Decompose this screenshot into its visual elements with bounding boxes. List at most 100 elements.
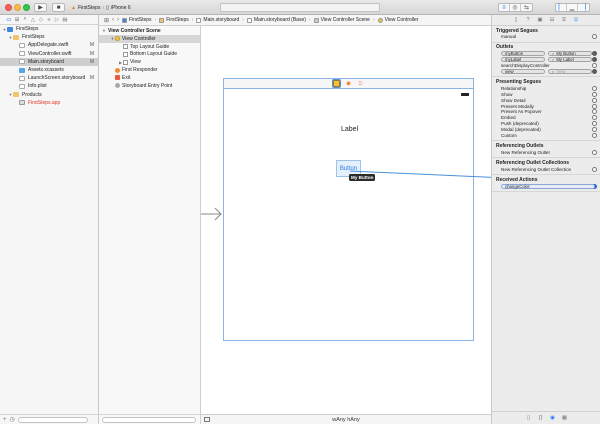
utilities-toggle-icon[interactable]: ▕ bbox=[578, 4, 589, 11]
outlet-target-pill[interactable]: × My Button bbox=[548, 51, 592, 57]
outline-row[interactable]: Storyboard Entry Point bbox=[99, 82, 200, 90]
file-template-icon[interactable]: ▯ bbox=[525, 415, 532, 421]
size-inspector-icon[interactable]: ⌸ bbox=[561, 17, 568, 24]
storyboard-canvas[interactable]: ⬢ ⎋ Label Button My Button bbox=[201, 26, 491, 414]
debug-area-toggle-icon[interactable]: ▁ bbox=[567, 4, 578, 11]
connection-circle-icon[interactable] bbox=[592, 91, 597, 97]
connection-circle-icon[interactable] bbox=[592, 97, 597, 103]
scene-header[interactable]: ▼ View Controller Scene bbox=[99, 26, 200, 35]
related-items-icon[interactable]: ⊞ bbox=[104, 17, 109, 24]
editor-mode-control[interactable]: ≡ ◎ ⇆ bbox=[498, 3, 533, 12]
file-tree-row[interactable]: ▼ Products bbox=[0, 91, 98, 99]
breadcrumb-label: Main.storyboard (Base) bbox=[253, 17, 306, 23]
connection-circle-icon[interactable] bbox=[592, 85, 597, 91]
test-tab-icon[interactable]: ◇ bbox=[38, 17, 44, 23]
file-tree-row[interactable]: Assets.xcassets bbox=[0, 66, 98, 74]
connection-circle-icon[interactable] bbox=[592, 166, 597, 172]
outline-row[interactable]: Bottom Layout Guide bbox=[99, 51, 200, 59]
outline-row[interactable]: First Responder bbox=[99, 66, 200, 74]
connection-circle-icon[interactable] bbox=[592, 115, 597, 121]
symbol-tab-icon[interactable]: ⊞ bbox=[14, 17, 20, 23]
section-title: Received Actions bbox=[496, 176, 538, 183]
file-tree-row[interactable]: FirstSteps.app bbox=[0, 99, 98, 107]
attributes-inspector-icon[interactable]: ⊟ bbox=[549, 17, 556, 23]
connection-circle-icon[interactable] bbox=[592, 34, 597, 40]
connection-circle-icon[interactable] bbox=[592, 57, 597, 63]
connection-circle-icon[interactable] bbox=[592, 133, 597, 139]
file-tree-row[interactable]: LaunchScreen.storyboard M bbox=[0, 74, 98, 82]
navigator-filter-input[interactable] bbox=[17, 416, 88, 423]
connection-circle-icon[interactable] bbox=[592, 149, 597, 155]
run-button[interactable]: ▶ bbox=[34, 3, 47, 12]
remove-connection-icon[interactable]: × bbox=[552, 69, 554, 74]
outline-row[interactable]: Exit bbox=[99, 74, 200, 82]
scene-label[interactable]: Label bbox=[341, 126, 358, 133]
remove-connection-icon[interactable]: × bbox=[552, 51, 554, 56]
file-tree-row[interactable]: ViewController.swift M bbox=[0, 50, 98, 58]
breadcrumb-icon bbox=[196, 17, 202, 23]
search-tab-icon[interactable]: ⌕ bbox=[22, 16, 28, 23]
stop-button[interactable]: ■ bbox=[52, 3, 65, 12]
connection-circle-icon[interactable] bbox=[592, 127, 597, 133]
standard-editor-icon[interactable]: ≡ bbox=[499, 4, 510, 11]
media-library-icon[interactable]: ▦ bbox=[561, 415, 568, 421]
connection-circle-icon[interactable] bbox=[592, 51, 597, 57]
assistant-editor-icon[interactable]: ◎ bbox=[510, 4, 521, 11]
outline-row[interactable]: ▼ View Controller bbox=[99, 35, 200, 43]
breadcrumb-item[interactable]: FirstSteps › bbox=[159, 17, 193, 23]
warning-tab-icon[interactable]: △ bbox=[30, 17, 36, 23]
connection-circle-icon[interactable] bbox=[592, 121, 597, 127]
first-responder-dock-icon[interactable]: ⬢ bbox=[345, 80, 352, 87]
file-tree-row[interactable]: ▼ FirstSteps bbox=[0, 33, 98, 41]
outlet-target-pill[interactable]: × View bbox=[548, 69, 592, 75]
connections-inspector-icon[interactable]: ⊙ bbox=[573, 17, 580, 23]
back-arrow-icon[interactable]: ‹ bbox=[112, 17, 114, 23]
object-library-icon[interactable]: ◉ bbox=[549, 415, 556, 421]
outlet-target: My Button bbox=[556, 51, 576, 57]
folder-tab-icon[interactable]: ▭ bbox=[6, 17, 12, 23]
version-editor-icon[interactable]: ⇆ bbox=[521, 4, 532, 11]
received-action-pill[interactable]: changeColor: bbox=[501, 183, 595, 189]
file-tree-row[interactable]: AppDelegate.swift M bbox=[0, 41, 98, 49]
file-tree-row[interactable]: Main.storyboard M bbox=[0, 57, 98, 66]
code-snippet-icon[interactable]: {} bbox=[537, 415, 544, 421]
remove-connection-icon[interactable]: × bbox=[552, 57, 554, 62]
breadcrumb-item[interactable]: View Controller bbox=[377, 17, 418, 23]
connection-row: manual bbox=[496, 34, 597, 40]
identity-inspector-icon[interactable]: ▣ bbox=[537, 17, 544, 23]
debug-tab-icon[interactable]: ≡ bbox=[46, 17, 52, 23]
navigator-toggle-icon[interactable]: ▏ bbox=[556, 4, 567, 11]
breakpoint-tab-icon[interactable]: ▷ bbox=[54, 17, 60, 23]
clock-icon[interactable]: ◷ bbox=[10, 416, 15, 423]
view-controller-dock-icon[interactable] bbox=[332, 79, 341, 88]
forward-arrow-icon[interactable]: › bbox=[117, 17, 119, 23]
view-controller-scene[interactable]: Label Button My Button bbox=[223, 88, 474, 341]
exit-dock-icon[interactable]: ⎋ bbox=[357, 80, 364, 87]
view-toggle-control[interactable]: ▏ ▁ ▕ bbox=[555, 3, 590, 12]
breadcrumb-item[interactable]: Main.storyboard (Base) › bbox=[246, 17, 311, 23]
connection-circle-icon[interactable] bbox=[592, 109, 597, 115]
scheme-selector[interactable]: ▲ FirstSteps › ▯ iPhone 6 bbox=[71, 3, 131, 12]
connection-circle-icon[interactable] bbox=[592, 69, 597, 74]
outline-filter-input[interactable] bbox=[102, 416, 196, 423]
zoom-window-button[interactable] bbox=[23, 4, 30, 11]
minimize-window-button[interactable] bbox=[14, 4, 21, 11]
entry-point-arrow[interactable] bbox=[201, 206, 223, 222]
connection-circle-icon[interactable] bbox=[592, 63, 597, 69]
outline-row[interactable]: Top Layout Guide bbox=[99, 43, 200, 51]
file-tree-row[interactable]: Info.plist bbox=[0, 82, 98, 90]
scene-dock: ⬢ ⎋ bbox=[223, 78, 474, 88]
file-tree-row[interactable]: ▼ FirstSteps bbox=[0, 25, 98, 33]
close-window-button[interactable] bbox=[5, 4, 12, 11]
outline-row[interactable]: ▶ View bbox=[99, 58, 200, 66]
outlet-target-pill[interactable]: × My Label bbox=[548, 57, 592, 63]
size-class-control[interactable]: wAny hAny bbox=[201, 417, 491, 423]
breadcrumb-item[interactable]: FirstSteps › bbox=[122, 17, 156, 23]
breadcrumb-item[interactable]: Main.storyboard › bbox=[196, 17, 244, 23]
connection-circle-icon[interactable] bbox=[592, 103, 597, 109]
report-tab-icon[interactable]: ▤ bbox=[62, 17, 68, 23]
add-icon[interactable]: + bbox=[3, 417, 7, 423]
quick-help-icon[interactable]: ? bbox=[525, 17, 532, 23]
file-inspector-icon[interactable]: ▯ bbox=[513, 17, 520, 23]
breadcrumb-item[interactable]: View Controller Scene › bbox=[313, 17, 375, 23]
